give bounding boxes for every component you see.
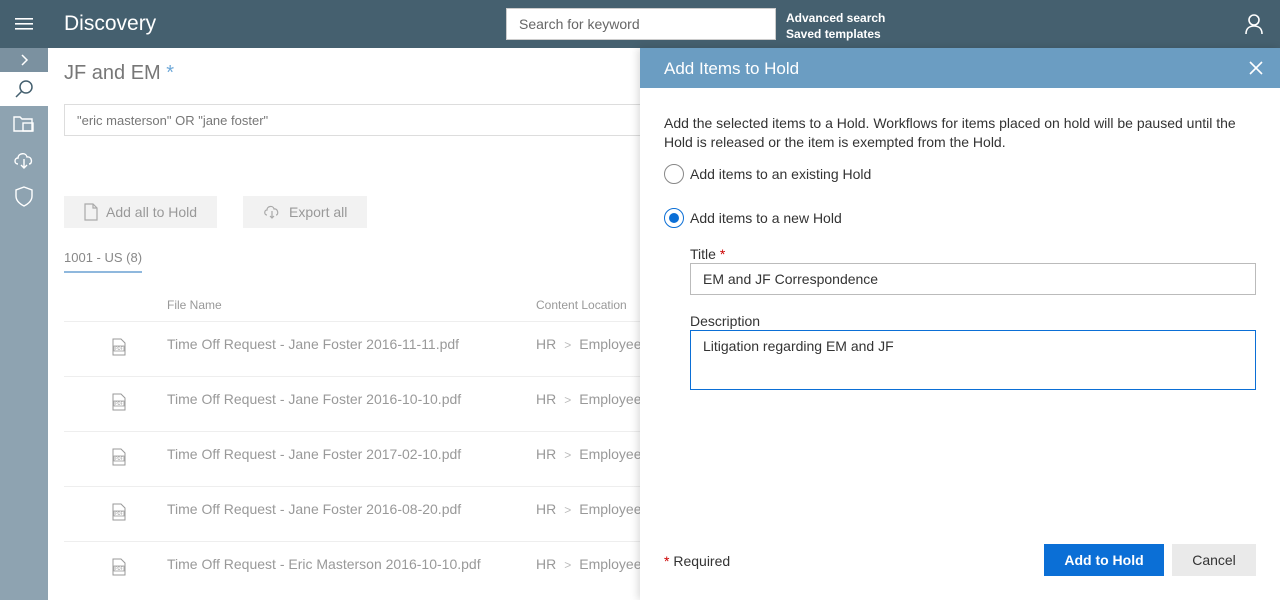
- content-location: HR > Employee: [536, 556, 642, 572]
- radio-existing-hold[interactable]: Add items to an existing Hold: [664, 164, 871, 184]
- rail-search-icon[interactable]: [0, 72, 48, 106]
- radio-new-hold-circle[interactable]: [664, 208, 684, 228]
- export-all-label: Export all: [289, 204, 348, 220]
- radio-existing-hold-circle[interactable]: [664, 164, 684, 184]
- hamburger-menu-icon[interactable]: [0, 0, 48, 48]
- panel-header: Add Items to Hold: [640, 48, 1280, 88]
- saved-templates-link[interactable]: Saved templates: [786, 26, 885, 42]
- file-name[interactable]: Time Off Request - Eric Masterson 2016-1…: [167, 556, 481, 572]
- radio-existing-hold-label: Add items to an existing Hold: [690, 166, 872, 182]
- pdf-file-icon: PDF: [111, 393, 127, 416]
- left-rail: [0, 48, 48, 600]
- search-box[interactable]: [506, 8, 776, 40]
- svg-text:PDF: PDF: [115, 566, 123, 571]
- user-icon[interactable]: [1242, 12, 1266, 36]
- query-input[interactable]: "eric masterson" OR "jane foster": [64, 104, 664, 136]
- results-table: PDF Time Off Request - Jane Foster 2016-…: [64, 321, 642, 596]
- svg-text:PDF: PDF: [115, 511, 123, 516]
- content-location: HR > Employee: [536, 446, 642, 462]
- cancel-button[interactable]: Cancel: [1172, 544, 1256, 576]
- unsaved-marker: *: [166, 62, 175, 84]
- add-all-label: Add all to Hold: [106, 204, 198, 220]
- radio-new-hold[interactable]: Add items to a new Hold: [664, 208, 842, 228]
- file-name[interactable]: Time Off Request - Jane Foster 2016-08-2…: [167, 501, 461, 517]
- advanced-search-link[interactable]: Advanced search: [786, 10, 885, 26]
- cloud-download-icon: [264, 205, 279, 219]
- app-title: Discovery: [64, 12, 157, 35]
- column-header-content-location[interactable]: Content Location: [536, 298, 627, 312]
- title-field[interactable]: [690, 263, 1256, 295]
- required-note: * Required: [664, 553, 731, 569]
- top-links: Advanced search Saved templates: [786, 10, 885, 42]
- search-input[interactable]: [519, 16, 763, 32]
- svg-text:PDF: PDF: [115, 456, 123, 461]
- file-name[interactable]: Time Off Request - Jane Foster 2016-11-1…: [167, 336, 459, 352]
- tab-1001-us[interactable]: 1001 - US (8): [64, 250, 143, 273]
- description-field-label: Description: [690, 313, 761, 329]
- rail-cloud-download-icon[interactable]: [0, 142, 48, 178]
- file-name[interactable]: Time Off Request - Jane Foster 2016-10-1…: [167, 391, 461, 407]
- panel-description: Add the selected items to a Hold. Workfl…: [664, 115, 1236, 150]
- table-row[interactable]: PDF Time Off Request - Eric Masterson 20…: [64, 541, 642, 596]
- content-location: HR > Employee: [536, 336, 642, 352]
- table-row[interactable]: PDF Time Off Request - Jane Foster 2016-…: [64, 376, 642, 431]
- svg-text:PDF: PDF: [115, 401, 123, 406]
- pdf-file-icon: PDF: [111, 503, 127, 526]
- file-name[interactable]: Time Off Request - Jane Foster 2017-02-1…: [167, 446, 461, 462]
- pdf-file-icon: PDF: [111, 338, 127, 361]
- column-header-file-name[interactable]: File Name: [167, 298, 222, 312]
- content-location: HR > Employee: [536, 391, 642, 407]
- document-icon: [84, 203, 98, 221]
- page-title-text: JF and EM: [64, 62, 161, 84]
- add-items-to-hold-panel: Add Items to Hold Add the selected items…: [640, 48, 1280, 600]
- radio-new-hold-label: Add items to a new Hold: [690, 210, 842, 226]
- expand-chevron-icon[interactable]: [0, 48, 48, 72]
- close-icon[interactable]: [1246, 58, 1266, 78]
- main-content: JF and EM * "eric masterson" OR "jane fo…: [48, 48, 664, 600]
- description-field[interactable]: Litigation regarding EM and JF: [690, 330, 1256, 390]
- page-title: JF and EM *: [64, 62, 174, 85]
- pdf-file-icon: PDF: [111, 558, 127, 581]
- table-row[interactable]: PDF Time Off Request - Jane Foster 2016-…: [64, 486, 642, 541]
- panel-title: Add Items to Hold: [664, 59, 800, 78]
- table-row[interactable]: PDF Time Off Request - Jane Foster 2017-…: [64, 431, 642, 486]
- export-all-button[interactable]: Export all: [243, 196, 368, 228]
- content-location: HR > Employee: [536, 501, 642, 517]
- add-to-hold-button[interactable]: Add to Hold: [1044, 544, 1164, 576]
- svg-text:PDF: PDF: [115, 346, 123, 351]
- top-bar: Discovery Advanced search Saved template…: [0, 0, 1280, 48]
- rail-folders-icon[interactable]: [0, 106, 48, 142]
- title-field-label: Title *: [690, 246, 726, 262]
- pdf-file-icon: PDF: [111, 448, 127, 471]
- rail-shield-icon[interactable]: [0, 178, 48, 214]
- add-all-to-hold-button[interactable]: Add all to Hold: [64, 196, 218, 228]
- table-row[interactable]: PDF Time Off Request - Jane Foster 2016-…: [64, 321, 642, 376]
